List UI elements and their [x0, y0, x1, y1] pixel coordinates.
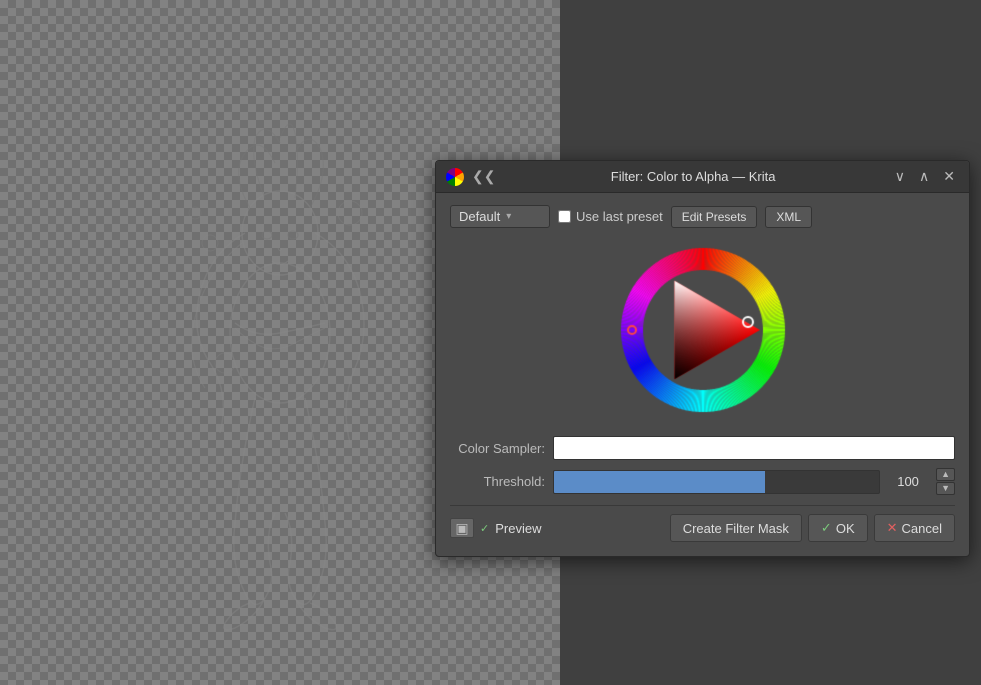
ok-check-icon: ✓	[821, 520, 832, 536]
titlebar-left: ❮❮	[446, 168, 495, 186]
create-filter-mask-label: Create Filter Mask	[683, 521, 789, 536]
threshold-slider[interactable]	[553, 470, 880, 494]
xml-button[interactable]: XML	[765, 206, 812, 228]
threshold-row: Threshold: 100 ▲ ▼	[450, 468, 955, 495]
preview-label: Preview	[495, 521, 541, 536]
color-sampler-row: Color Sampler:	[450, 436, 955, 460]
action-buttons: Create Filter Mask ✓ OK ✕ Cancel	[670, 514, 955, 542]
close-button[interactable]: ✕	[939, 166, 959, 187]
sketch-svg	[80, 43, 480, 643]
toolbar-row: Default ▾ Use last preset Edit Presets X…	[450, 205, 955, 228]
collapse-icon[interactable]: ❮❮	[472, 168, 495, 185]
color-sampler-bar[interactable]	[553, 436, 955, 460]
titlebar-controls: ∨ ∧ ✕	[891, 166, 959, 187]
cancel-label: Cancel	[902, 521, 942, 536]
preview-icon-glyph: ▣	[455, 520, 468, 537]
edit-presets-button[interactable]: Edit Presets	[671, 206, 758, 228]
preview-section: ▣ ✓ Preview	[450, 518, 541, 538]
ok-button[interactable]: ✓ OK	[808, 514, 868, 542]
use-last-preset-input[interactable]	[558, 210, 571, 223]
color-wheel-wrapper[interactable]	[613, 240, 793, 420]
titlebar: ❮❮ Filter: Color to Alpha — Krita ∨ ∧ ✕	[436, 161, 969, 193]
threshold-fill	[554, 471, 765, 493]
cancel-button[interactable]: ✕ Cancel	[874, 514, 955, 542]
cancel-x-icon: ✕	[887, 520, 898, 536]
color-wheel-container[interactable]	[450, 240, 955, 420]
color-sampler-label: Color Sampler:	[450, 441, 545, 456]
preview-check-icon: ✓	[480, 522, 489, 535]
use-last-preset-label: Use last preset	[576, 209, 663, 224]
maximize-button[interactable]: ∧	[915, 166, 933, 187]
preview-icon: ▣	[450, 518, 474, 538]
ok-label: OK	[836, 521, 855, 536]
spinner-down-button[interactable]: ▼	[936, 482, 955, 495]
dropdown-arrow-icon: ▾	[506, 211, 511, 222]
threshold-value: 100	[888, 474, 928, 489]
preset-value: Default	[459, 209, 500, 224]
create-filter-mask-button[interactable]: Create Filter Mask	[670, 514, 802, 542]
minimize-button[interactable]: ∨	[891, 166, 909, 187]
dialog-window: ❮❮ Filter: Color to Alpha — Krita ∨ ∧ ✕ …	[435, 160, 970, 557]
spinner-up-button[interactable]: ▲	[936, 468, 955, 481]
bottom-bar: ▣ ✓ Preview Create Filter Mask ✓ OK ✕ Ca…	[450, 505, 955, 542]
dialog-title: Filter: Color to Alpha — Krita	[611, 169, 776, 184]
dialog-content: Default ▾ Use last preset Edit Presets X…	[436, 193, 969, 556]
threshold-label: Threshold:	[450, 474, 545, 489]
color-wheel-canvas[interactable]	[613, 240, 793, 420]
krita-logo-icon	[446, 168, 464, 186]
threshold-spinner[interactable]: ▲ ▼	[936, 468, 955, 495]
preset-dropdown[interactable]: Default ▾	[450, 205, 550, 228]
use-last-preset-checkbox[interactable]: Use last preset	[558, 209, 663, 224]
